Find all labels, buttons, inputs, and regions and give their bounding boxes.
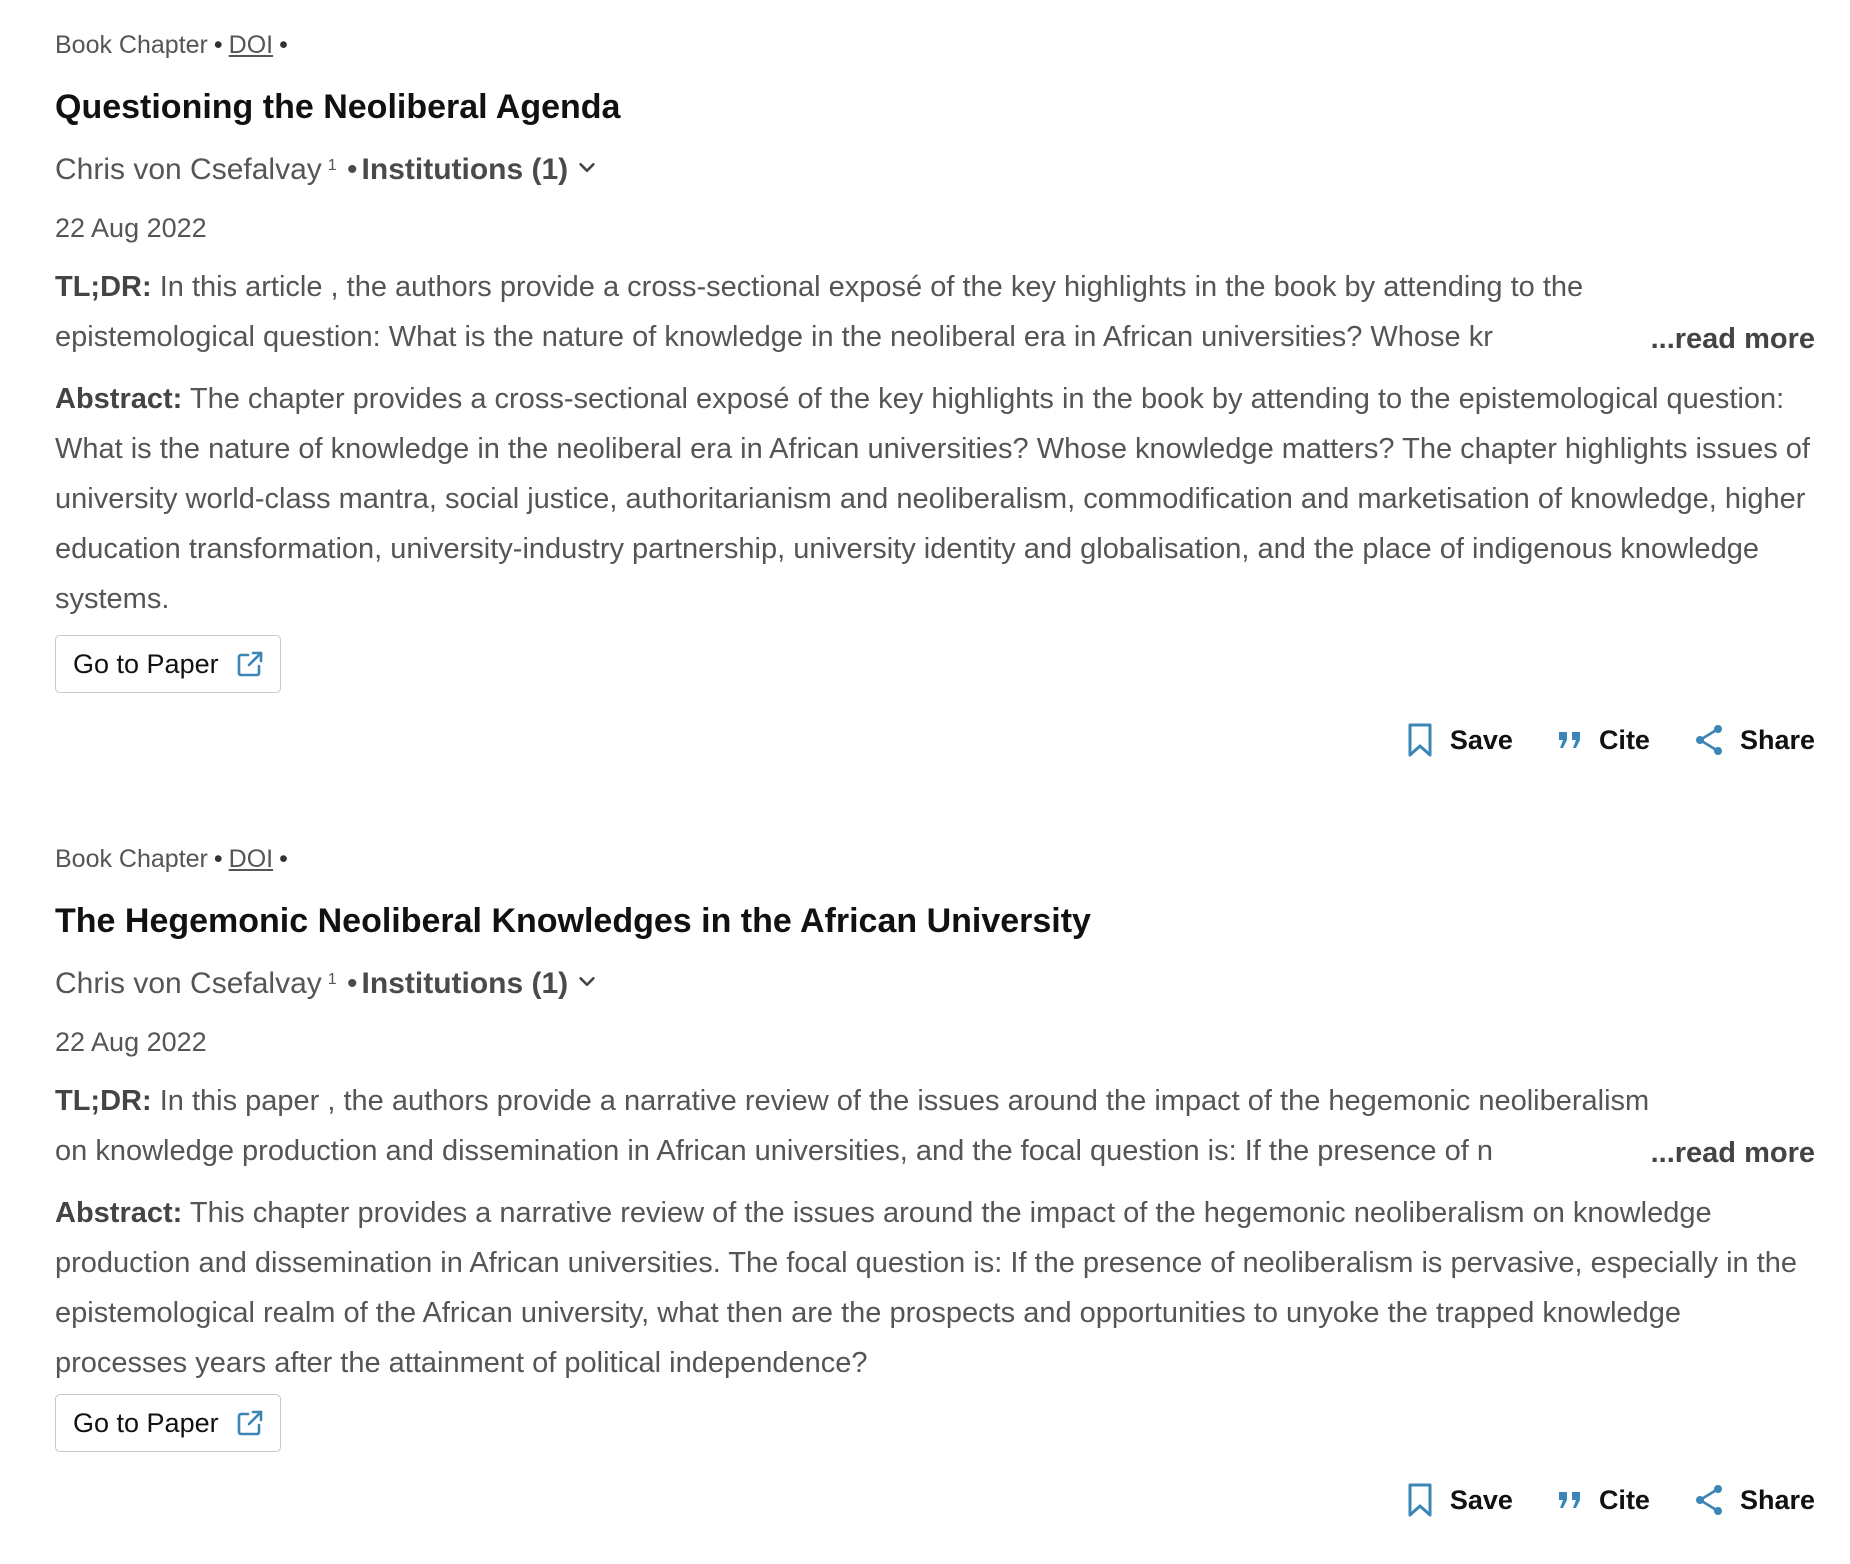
institutions-label: Institutions (1)	[361, 967, 569, 1000]
tldr-block: TL;DR: In this paper , the authors provi…	[55, 1076, 1815, 1176]
tldr-label: TL;DR:	[55, 1085, 152, 1117]
paper-type: Book Chapter	[55, 845, 208, 873]
meta-separator: •	[347, 153, 358, 186]
paper-title[interactable]: The Hegemonic Neoliberal Knowledges in t…	[55, 899, 1091, 943]
chevron-down-icon	[579, 977, 595, 987]
publication-date: 22 Aug 2022	[55, 213, 207, 243]
share-label: Share	[1739, 1484, 1815, 1515]
tldr-text: epistemological question: What is the na…	[55, 321, 1493, 353]
go-to-paper-button[interactable]: Go to Paper	[55, 635, 281, 693]
tldr-line: TL;DR: In this paper , the authors provi…	[55, 1076, 1815, 1126]
share-button[interactable]: Share	[1694, 1484, 1815, 1516]
meta-separator: •	[347, 967, 358, 1000]
paper-meta: Book Chapter • DOI •	[55, 30, 294, 60]
tldr-label: TL;DR:	[55, 271, 152, 303]
tldr-text: on knowledge production and disseminatio…	[55, 1135, 1493, 1167]
tldr-text: In this paper , the authors provide a na…	[159, 1085, 1650, 1117]
share-icon	[1695, 1485, 1722, 1515]
external-link-icon	[237, 1410, 262, 1436]
share-icon	[1695, 725, 1722, 755]
read-more-link[interactable]: ...read more	[1642, 1128, 1815, 1176]
search-results: Book Chapter • DOI • Questioning the Neolib…	[0, 0, 1850, 1564]
chevron-down-icon	[579, 163, 595, 173]
meta-separator: •	[213, 31, 223, 59]
authors-line: Chris von Csefalvay 1 • Institutions (1)	[55, 966, 598, 1002]
tldr-line: epistemological question: What is the na…	[55, 312, 1815, 362]
save-button[interactable]: Save	[1406, 1482, 1513, 1518]
abstract-block: Abstract: This chapter provides a narrat…	[55, 1188, 1815, 1388]
share-button[interactable]: Share	[1694, 724, 1815, 756]
author-affiliation-number: 1	[327, 971, 337, 988]
bookmark-icon	[1408, 723, 1432, 757]
quote-icon	[1558, 732, 1580, 748]
save-label: Save	[1449, 1484, 1513, 1515]
tldr-block: TL;DR: In this article , the authors pro…	[55, 262, 1815, 362]
read-more-link[interactable]: ...read more	[1642, 314, 1815, 362]
abstract-label: Abstract:	[55, 383, 183, 415]
author-name[interactable]: Chris von Csefalvay	[55, 153, 322, 186]
abstract-block: Abstract: The chapter provides a cross-s…	[55, 374, 1815, 624]
paper-title[interactable]: Questioning the Neoliberal Agenda	[55, 85, 620, 129]
save-label: Save	[1449, 724, 1513, 755]
paper-type: Book Chapter	[55, 31, 208, 59]
external-link-icon	[237, 651, 262, 677]
meta-separator: •	[279, 31, 288, 59]
paper-actions: Save Cite Share	[1362, 715, 1815, 765]
institutions-toggle[interactable]: Institutions (1)	[362, 153, 599, 186]
bookmark-icon	[1408, 1483, 1432, 1517]
publication-date: 22 Aug 2022	[55, 1027, 207, 1057]
cite-button[interactable]: Cite	[1557, 725, 1650, 756]
share-label: Share	[1739, 724, 1815, 755]
tldr-line: on knowledge production and disseminatio…	[55, 1126, 1815, 1176]
cite-label: Cite	[1598, 724, 1650, 755]
go-to-paper-label: Go to Paper	[73, 648, 219, 679]
doi-link[interactable]: DOI	[229, 845, 273, 873]
abstract-text: This chapter provides a narrative review…	[55, 1197, 1798, 1379]
paper-meta: Book Chapter • DOI •	[55, 844, 294, 874]
tldr-text: In this article , the authors provide a …	[159, 271, 1584, 303]
quote-icon	[1558, 1492, 1580, 1508]
abstract-label: Abstract:	[55, 1197, 183, 1229]
authors-line: Chris von Csefalvay 1 • Institutions (1)	[55, 152, 598, 188]
go-to-paper-label: Go to Paper	[73, 1407, 219, 1438]
author-affiliation-number: 1	[327, 157, 337, 174]
go-to-paper-button[interactable]: Go to Paper	[55, 1394, 281, 1452]
cite-label: Cite	[1598, 1484, 1650, 1515]
doi-link[interactable]: DOI	[229, 31, 273, 59]
institutions-label: Institutions (1)	[361, 153, 569, 186]
tldr-line: TL;DR: In this article , the authors pro…	[55, 262, 1815, 312]
abstract-text: The chapter provides a cross-sectional e…	[55, 383, 1810, 615]
paper-actions: Save Cite Share	[1362, 1475, 1815, 1525]
cite-button[interactable]: Cite	[1557, 1485, 1650, 1516]
institutions-toggle[interactable]: Institutions (1)	[362, 967, 599, 1000]
meta-separator: •	[213, 845, 223, 873]
save-button[interactable]: Save	[1406, 722, 1513, 758]
author-name[interactable]: Chris von Csefalvay	[55, 967, 322, 1000]
meta-separator: •	[279, 845, 288, 873]
